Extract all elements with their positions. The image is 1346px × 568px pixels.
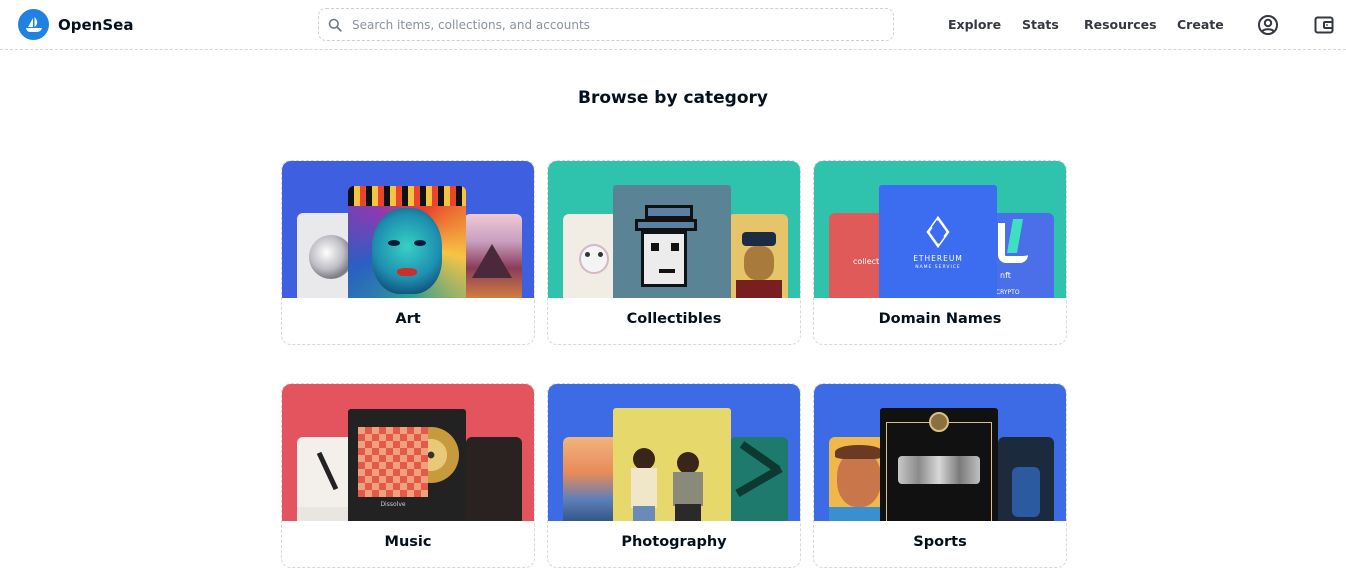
nav-create[interactable]: Create (1177, 17, 1224, 32)
music-thumbnail-right (466, 437, 522, 521)
cryptopunk-thumbnail (613, 185, 731, 298)
art-banner (282, 161, 534, 298)
photo-thumbnail-center (613, 408, 731, 521)
category-label-collectibles: Collectibles (626, 311, 722, 327)
nav-stats[interactable]: Stats (1022, 17, 1059, 32)
album-thumbnail: Dissolve (348, 409, 466, 521)
category-label-photography: Photography (621, 534, 727, 550)
photography-banner (548, 384, 800, 521)
collectibles-banner (548, 161, 800, 298)
domain-crypto-text: .CRYPTO (994, 289, 1020, 296)
album-title-text: Dissolve (380, 501, 406, 508)
collectible-thumbnail-right (728, 214, 788, 298)
account-icon[interactable] (1257, 14, 1279, 36)
category-label-sports: Sports (913, 534, 967, 550)
category-label-art: Art (395, 311, 421, 327)
ethereum-text: ETHEREUM (913, 254, 963, 263)
music-banner: Dissolve (282, 384, 534, 521)
category-label-music: Music (384, 534, 432, 550)
name-service-text: NAME SERVICE (915, 265, 961, 270)
search-input[interactable] (352, 17, 852, 32)
wallet-icon[interactable] (1313, 14, 1335, 36)
ens-thumbnail: ETHEREUM NAME SERVICE (879, 185, 997, 298)
domain-names-banner: collect nft .CRYPTO ETHEREUM NAME SERVIC… (814, 161, 1066, 298)
search-icon (328, 18, 342, 32)
category-label-domain-names: Domain Names (878, 311, 1002, 327)
opensea-logo-icon (18, 9, 49, 40)
top-nav-bar: OpenSea Explore Stats Resources Create (0, 0, 1346, 50)
category-card-sports[interactable]: Sports (813, 383, 1067, 568)
sports-thumbnail-right (998, 437, 1054, 521)
category-card-collectibles[interactable]: Collectibles (547, 160, 801, 345)
brand-name: OpenSea (58, 15, 134, 34)
category-card-domain-names[interactable]: collect nft .CRYPTO ETHEREUM NAME SERVIC… (813, 160, 1067, 345)
opensea-logo[interactable]: OpenSea (18, 9, 133, 40)
domain-collect-text: collect (853, 257, 880, 266)
domain-nft-text: nft (1000, 271, 1011, 280)
photo-thumbnail-right (730, 437, 788, 521)
category-card-music[interactable]: Dissolve Music (281, 383, 535, 568)
search-bar[interactable] (318, 8, 894, 41)
nav-resources[interactable]: Resources (1084, 17, 1157, 32)
ethereum-logo-icon (926, 215, 950, 249)
page-title: Browse by category (578, 88, 768, 108)
sports-banner (814, 384, 1066, 521)
unstoppable-thumbnail: nft .CRYPTO (990, 213, 1054, 298)
sports-thumbnail-center (880, 408, 998, 521)
art-thumbnail-center (348, 186, 466, 298)
art-thumbnail-right (464, 214, 522, 298)
nav-explore[interactable]: Explore (948, 17, 1001, 32)
category-card-art[interactable]: Art (281, 160, 535, 345)
category-card-photography[interactable]: Photography (547, 383, 801, 568)
